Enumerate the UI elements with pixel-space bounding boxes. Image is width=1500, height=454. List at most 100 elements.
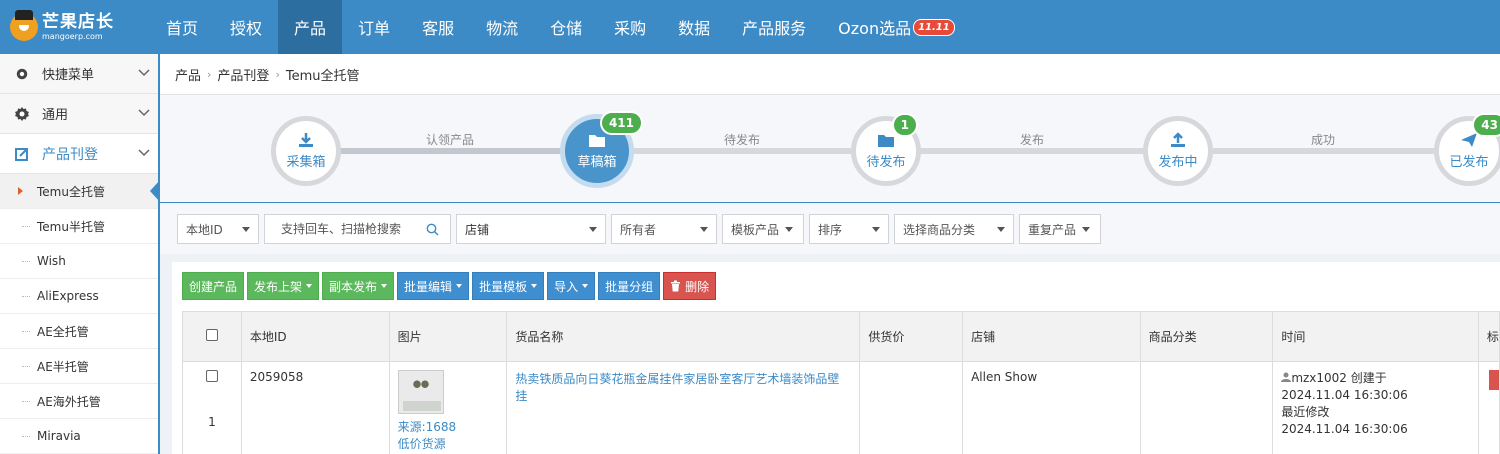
id-type-select[interactable]: 本地ID: [177, 214, 259, 244]
product-name-link[interactable]: 热卖铁质品向日葵花瓶金属挂件家居卧室客厅艺术墙装饰品壁挂: [515, 372, 839, 403]
publish-button[interactable]: 发布上架: [247, 272, 320, 300]
logo-subtitle: mangoerp.com: [42, 31, 103, 41]
breadcrumb-item-current: Temu全托管: [285, 68, 360, 84]
nav-item-orders[interactable]: 订单: [342, 0, 406, 54]
template-value: 模板产品: [731, 222, 780, 237]
step-count-badge: 1: [891, 113, 918, 137]
nav-item-purchase[interactable]: 采购: [598, 0, 662, 54]
gear-icon: [14, 106, 30, 122]
category-select[interactable]: 选择商品分类: [894, 214, 1014, 244]
step-published[interactable]: 已发布 43: [1434, 113, 1500, 186]
sidebar-item-miravia[interactable]: Miravia: [0, 419, 158, 454]
batch-edit-button[interactable]: 批量编辑: [397, 272, 470, 300]
select-all-checkbox[interactable]: [205, 329, 218, 341]
sidebar-group-shortcuts[interactable]: 快捷菜单: [0, 54, 158, 94]
row-index: 1: [208, 415, 216, 429]
nav-item-ozon[interactable]: Ozon选品 11.11: [822, 0, 971, 54]
modified-label: 最近修改: [1281, 405, 1330, 419]
col-header-price: 供货价: [859, 311, 964, 362]
row-shop: Allen Show: [962, 361, 1141, 454]
sidebar-item-ae-semi[interactable]: AE半托管: [0, 349, 158, 384]
upload-icon: [1171, 132, 1185, 147]
nav-item-warehouse[interactable]: 仓储: [534, 0, 598, 54]
source-note[interactable]: 低价货源: [398, 435, 499, 452]
product-table: 本地ID 图片 货品名称 供货价 店铺 商品分类 时间 标 1 2059058: [182, 311, 1500, 454]
step-publishing[interactable]: 发布中: [1143, 116, 1213, 186]
shop-select[interactable]: 店铺: [456, 214, 606, 244]
batch-group-button[interactable]: 批量分组: [598, 272, 661, 300]
sidebar-group-product-listing[interactable]: 产品刊登: [0, 134, 158, 174]
caret-down-icon: [456, 284, 463, 288]
source-link[interactable]: 来源:1688: [398, 418, 499, 435]
step-label: 草稿箱: [577, 155, 617, 170]
nav-item-product[interactable]: 产品: [278, 0, 343, 54]
step-count-badge: 411: [599, 111, 643, 135]
create-product-button[interactable]: 创建产品: [182, 272, 245, 300]
sidebar: 快捷菜单 通用 产品刊登 Temu全托管 Temu半托管 Wish AliExp…: [0, 54, 160, 454]
col-header-id[interactable]: 本地ID: [240, 311, 390, 362]
search-box: [264, 214, 451, 244]
batch-edit-label: 批量编辑: [404, 279, 453, 294]
step-label: 已发布: [1449, 155, 1489, 170]
nav-item-ozon-label: Ozon选品: [838, 19, 912, 38]
delete-label: 删除: [685, 279, 710, 294]
promo-badge: 11.11: [913, 18, 955, 36]
step-connector-label: 成功: [1310, 133, 1336, 147]
delete-button[interactable]: 删除: [663, 272, 717, 300]
breadcrumb-item[interactable]: 产品刊登: [217, 65, 269, 84]
action-toolbar: 创建产品 发布上架 副本发布 批量编辑 批量模板 导入 批量分组 删除: [182, 272, 717, 300]
sidebar-item-ae-overseas[interactable]: AE海外托管: [0, 384, 158, 419]
sort-select[interactable]: 排序: [809, 214, 889, 244]
row-id: 2059058: [240, 361, 390, 454]
nav-item-data[interactable]: 数据: [662, 0, 726, 54]
step-label: 待发布: [866, 155, 906, 170]
sidebar-item-aliexpress[interactable]: AliExpress: [0, 279, 158, 314]
nav-item-product-service[interactable]: 产品服务: [726, 0, 822, 54]
status-tag[interactable]: [1489, 370, 1499, 390]
caret-down-icon: [872, 226, 880, 232]
chevron-right-icon: ›: [275, 67, 280, 81]
step-draft-box[interactable]: 草稿箱 411: [560, 111, 643, 188]
row-price: [859, 361, 964, 454]
owner-select[interactable]: 所有者: [611, 214, 717, 244]
sidebar-item-temu-full[interactable]: Temu全托管: [0, 174, 160, 209]
nav-list: 首页 授权 产品 订单 客服 物流 仓储 采购 数据 产品服务 Ozon选品 1…: [150, 0, 971, 54]
batch-template-button[interactable]: 批量模板: [472, 272, 545, 300]
caret-down-icon: [582, 284, 589, 288]
duplicate-select[interactable]: 重复产品: [1019, 214, 1101, 244]
batch-template-label: 批量模板: [479, 279, 528, 294]
template-select[interactable]: 模板产品: [722, 214, 804, 244]
nav-item-service[interactable]: 客服: [406, 0, 470, 54]
step-pending-publish[interactable]: 待发布 1: [851, 113, 921, 186]
copy-publish-button[interactable]: 副本发布: [322, 272, 395, 300]
logo[interactable]: 芒果店长 mangoerp.com: [0, 0, 150, 54]
folder-icon: [589, 135, 605, 147]
col-header-image: 图片: [388, 311, 508, 362]
sidebar-item-wish[interactable]: Wish: [0, 244, 158, 279]
chevron-down-icon: [138, 67, 158, 80]
col-header-category: 商品分类: [1139, 311, 1274, 362]
row-name-cell: 热卖铁质品向日葵花瓶金属挂件家居卧室客厅艺术墙装饰品壁挂: [506, 361, 861, 454]
sidebar-item-temu-semi[interactable]: Temu半托管: [0, 209, 158, 244]
search-icon[interactable]: [426, 223, 439, 236]
logo-mascot-icon: [10, 10, 38, 41]
sidebar-item-ae-full[interactable]: AE全托管: [0, 314, 158, 349]
row-image-cell: 来源:1688 低价货源: [388, 361, 508, 454]
filter-bar: 本地ID 店铺 所有者 模板产品 排序 选择商品分类 重复产品: [160, 204, 1500, 254]
row-select-cell: 1: [182, 361, 242, 454]
nav-item-home[interactable]: 首页: [150, 0, 214, 54]
sidebar-group-general[interactable]: 通用: [0, 94, 158, 134]
caret-down-icon: [1082, 226, 1091, 232]
send-icon: [1461, 133, 1477, 147]
step-collect-box[interactable]: 采集箱: [271, 116, 341, 186]
edit-icon: [14, 146, 30, 162]
nav-item-auth[interactable]: 授权: [214, 0, 278, 54]
breadcrumb-item[interactable]: 产品: [175, 65, 201, 84]
nav-item-logistics[interactable]: 物流: [470, 0, 534, 54]
product-thumbnail[interactable]: [397, 370, 444, 414]
import-button[interactable]: 导入: [547, 272, 596, 300]
search-input[interactable]: [281, 222, 426, 236]
chevron-down-icon: [138, 107, 158, 120]
step-connector-label: 认领产品: [425, 133, 475, 147]
row-checkbox[interactable]: [205, 370, 218, 382]
